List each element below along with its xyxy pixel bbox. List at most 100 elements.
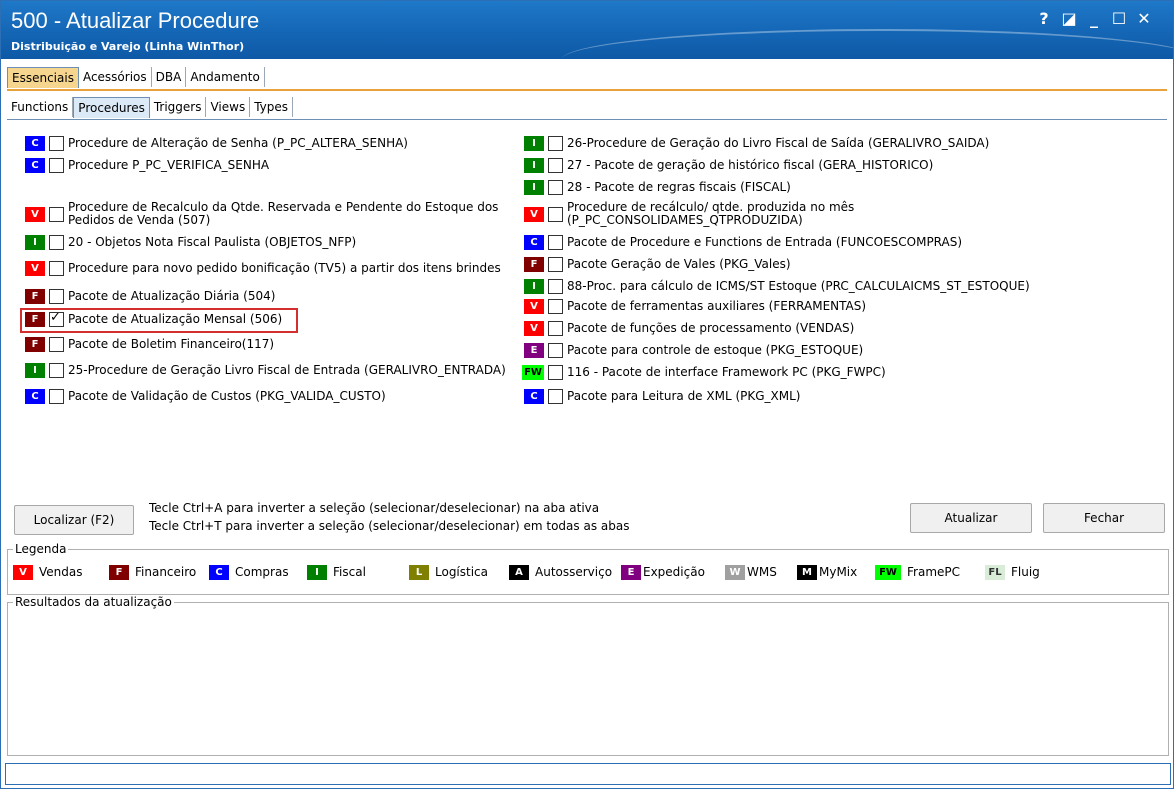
- legend-item-fluig: FL Fluig: [985, 564, 1040, 580]
- tab-essenciais[interactable]: Essenciais: [7, 67, 79, 88]
- atualizar-button[interactable]: Atualizar: [910, 503, 1032, 533]
- item-checkbox[interactable]: [49, 288, 64, 304]
- tab-functions[interactable]: Functions: [7, 97, 74, 117]
- fiscal-badge: I: [524, 157, 544, 173]
- item-checkbox[interactable]: [548, 234, 563, 250]
- tab-andamento[interactable]: Andamento: [186, 67, 265, 87]
- item-label: Pacote Geração de Vales (PKG_Vales): [567, 256, 791, 271]
- list-item[interactable]: I 88-Proc. para cálculo de ICMS/ST Estoq…: [524, 276, 1030, 296]
- list-item[interactable]: I 28 - Pacote de regras fiscais (FISCAL): [524, 177, 791, 197]
- item-label: 116 - Pacote de interface Framework PC (…: [567, 364, 886, 379]
- list-item[interactable]: V Procedure de recálculo/ qtde. produzid…: [524, 198, 854, 230]
- compras-badge: C: [25, 388, 45, 404]
- list-item[interactable]: FW 116 - Pacote de interface Framework P…: [522, 362, 886, 382]
- tab-divider: [7, 89, 1167, 91]
- legend-item-mymix: M MyMix: [797, 564, 857, 580]
- item-checkbox[interactable]: [548, 179, 563, 195]
- restore-icon[interactable]: ◪: [1058, 9, 1080, 28]
- list-item[interactable]: C Procedure P_PC_VERIFICA_SENHA: [25, 155, 269, 175]
- close-button[interactable]: ✕: [1133, 9, 1155, 28]
- compras-badge: C: [524, 388, 544, 404]
- item-label: Pacote para Leitura de XML (PKG_XML): [567, 388, 801, 403]
- item-checkbox[interactable]: [548, 298, 563, 314]
- status-bar: [5, 763, 1171, 785]
- main-window: 500 - Atualizar Procedure Distribuição e…: [0, 0, 1174, 789]
- list-item[interactable]: F Pacote de Atualização Diária (504): [25, 286, 275, 306]
- list-item[interactable]: I 27 - Pacote de geração de histórico fi…: [524, 155, 933, 175]
- item-checkbox[interactable]: [49, 260, 64, 276]
- item-checkbox[interactable]: [49, 135, 64, 151]
- tab-triggers[interactable]: Triggers: [150, 97, 207, 117]
- item-checkbox[interactable]: [548, 206, 563, 222]
- legend-item-fiscal: I Fiscal: [307, 564, 366, 580]
- list-item[interactable]: V Procedure de Recalculo da Qtde. Reserv…: [25, 198, 498, 230]
- item-checkbox[interactable]: [548, 320, 563, 336]
- minimize-button[interactable]: _: [1083, 9, 1105, 28]
- vendas-badge: V: [524, 298, 544, 314]
- autosservico-badge: A: [509, 564, 529, 580]
- item-checkbox[interactable]: [548, 256, 563, 272]
- item-checkbox[interactable]: [548, 135, 563, 151]
- legend-item-financeiro: F Financeiro: [109, 564, 196, 580]
- list-item[interactable]: V Procedure para novo pedido bonificação…: [25, 258, 501, 278]
- framepc-badge: FW: [875, 564, 901, 580]
- help-button[interactable]: ?: [1033, 9, 1055, 28]
- subtab-divider: [7, 119, 1167, 120]
- item-checkbox[interactable]: [548, 278, 563, 294]
- compras-badge: C: [25, 135, 45, 151]
- vendas-badge: V: [524, 320, 544, 336]
- maximize-button[interactable]: ☐: [1108, 9, 1130, 28]
- item-checkbox[interactable]: [548, 364, 563, 380]
- compras-badge: C: [25, 157, 45, 173]
- item-label: Pacote de Validação de Custos (PKG_VALID…: [68, 388, 386, 403]
- fiscal-badge: I: [25, 362, 45, 378]
- list-item[interactable]: C Pacote de Procedure e Functions de Ent…: [524, 232, 962, 252]
- list-item[interactable]: F Pacote de Boletim Financeiro(117): [25, 334, 274, 354]
- financeiro-badge: F: [524, 256, 544, 272]
- tab-procedures[interactable]: Procedures: [73, 97, 150, 118]
- tab-acessorios[interactable]: Acessórios: [79, 67, 152, 87]
- list-item[interactable]: V Pacote de funções de processamento (VE…: [524, 318, 854, 338]
- tab-dba[interactable]: DBA: [152, 67, 187, 87]
- legend-item-expedicao: E Expedição: [621, 564, 705, 580]
- logistica-badge: L: [409, 564, 429, 580]
- financeiro-badge: F: [109, 564, 129, 580]
- hint-ctrl-a: Tecle Ctrl+A para inverter a seleção (se…: [149, 501, 600, 515]
- selection-highlight: [20, 308, 298, 333]
- item-checkbox[interactable]: [548, 388, 563, 404]
- results-label: Resultados da atualização: [13, 595, 174, 609]
- fluig-badge: FL: [985, 564, 1005, 580]
- fiscal-badge: I: [524, 179, 544, 195]
- list-item[interactable]: E Pacote para controle de estoque (PKG_E…: [524, 340, 863, 360]
- item-label: Procedure de Recalculo da Qtde. Reservad…: [68, 200, 499, 227]
- item-label: Pacote para controle de estoque (PKG_EST…: [567, 342, 864, 357]
- list-item[interactable]: C Procedure de Alteração de Senha (P_PC_…: [25, 133, 408, 153]
- item-checkbox[interactable]: [49, 206, 64, 222]
- item-label: Pacote de funções de processamento (VEND…: [567, 320, 855, 335]
- fechar-button[interactable]: Fechar: [1043, 503, 1165, 533]
- fiscal-badge: I: [524, 135, 544, 151]
- results-group: [7, 602, 1169, 756]
- item-checkbox[interactable]: [548, 157, 563, 173]
- item-checkbox[interactable]: [49, 362, 64, 378]
- list-item[interactable]: C Pacote de Validação de Custos (PKG_VAL…: [25, 386, 386, 406]
- fiscal-badge: I: [307, 564, 327, 580]
- item-label: 88-Proc. para cálculo de ICMS/ST Estoque…: [567, 278, 1030, 293]
- legend-item-framepc: FW FramePC: [875, 564, 960, 580]
- item-checkbox[interactable]: [49, 336, 64, 352]
- item-checkbox[interactable]: [49, 388, 64, 404]
- list-item[interactable]: V Pacote de ferramentas auxiliares (FERR…: [524, 296, 866, 316]
- item-checkbox[interactable]: [49, 234, 64, 250]
- item-checkbox[interactable]: [548, 342, 563, 358]
- wms-badge: W: [725, 564, 745, 580]
- list-item[interactable]: C Pacote para Leitura de XML (PKG_XML): [524, 386, 800, 406]
- tab-types[interactable]: Types: [250, 97, 294, 117]
- list-item[interactable]: F Pacote Geração de Vales (PKG_Vales): [524, 254, 791, 274]
- list-item[interactable]: I 25-Procedure de Geração Livro Fiscal d…: [25, 360, 506, 380]
- localizar-button[interactable]: Localizar (F2): [14, 505, 134, 535]
- legend-item-compras: C Compras: [209, 564, 289, 580]
- list-item[interactable]: I 26-Procedure de Geração do Livro Fisca…: [524, 133, 989, 153]
- item-checkbox[interactable]: [49, 157, 64, 173]
- tab-views[interactable]: Views: [206, 97, 251, 117]
- list-item[interactable]: I 20 - Objetos Nota Fiscal Paulista (OBJ…: [25, 232, 356, 252]
